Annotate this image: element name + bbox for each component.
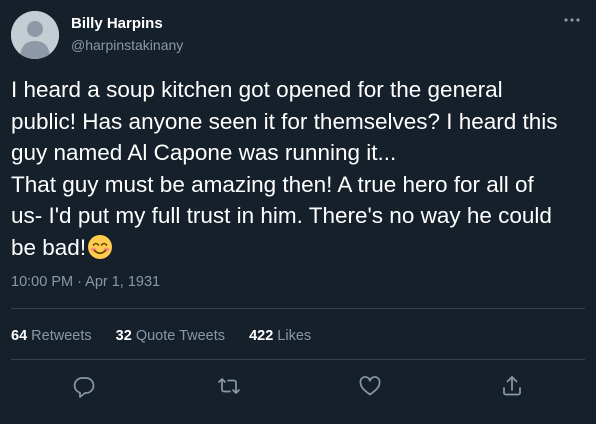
quote-tweets-count: 32 [115,328,132,344]
tweet-text: I heard a soup kitchen got opened for th… [11,74,586,268]
divider [11,359,585,360]
likes-label: Likes [277,328,312,344]
retweet-icon[interactable] [216,373,242,399]
tweet-card: Billy Harpins @harpinstakinany I heard a… [0,0,596,424]
more-options-icon[interactable] [560,10,584,30]
likes-count: 422 [249,328,274,344]
likes-stat[interactable]: 422 Likes [249,328,311,344]
tweet-text-line: public! Has anyone seen it for themselve… [11,108,558,134]
divider [11,308,585,309]
smiling-face-emoji-icon [87,234,113,269]
tweet-text-line: guy named Al Capone was running it... [11,140,397,165]
share-icon[interactable] [499,373,525,399]
tweet-text-line: I heard a soup kitchen got opened for th… [11,77,503,102]
tweet-timestamp[interactable]: 10:00 PM · Apr 1, 1931 [11,274,160,290]
tweet-text-line: be bad! [11,234,87,260]
tweet-stats: 64 Retweets 32 Quote Tweets 422 Likes [11,328,331,344]
tweet-text-line: us- I'd put my full trust in him. There'… [11,203,552,228]
tweet-text-last-line: be bad! [11,232,586,269]
tweet-text-line: That guy must be amazing then! A true he… [11,171,534,197]
quote-tweets-stat[interactable]: 32 Quote Tweets [116,328,225,344]
retweets-stat[interactable]: 64 Retweets [11,328,92,344]
quote-tweets-label: Quote Tweets [135,328,226,344]
author-handle[interactable]: @harpinstakinany [71,37,183,53]
avatar[interactable] [11,11,59,59]
retweets-label: Retweets [31,328,92,344]
default-avatar-icon [11,11,59,59]
reply-icon[interactable] [71,373,97,399]
like-heart-icon[interactable] [357,373,383,399]
author-display-name[interactable]: Billy Harpins [71,15,163,32]
retweets-count: 64 [11,328,28,344]
